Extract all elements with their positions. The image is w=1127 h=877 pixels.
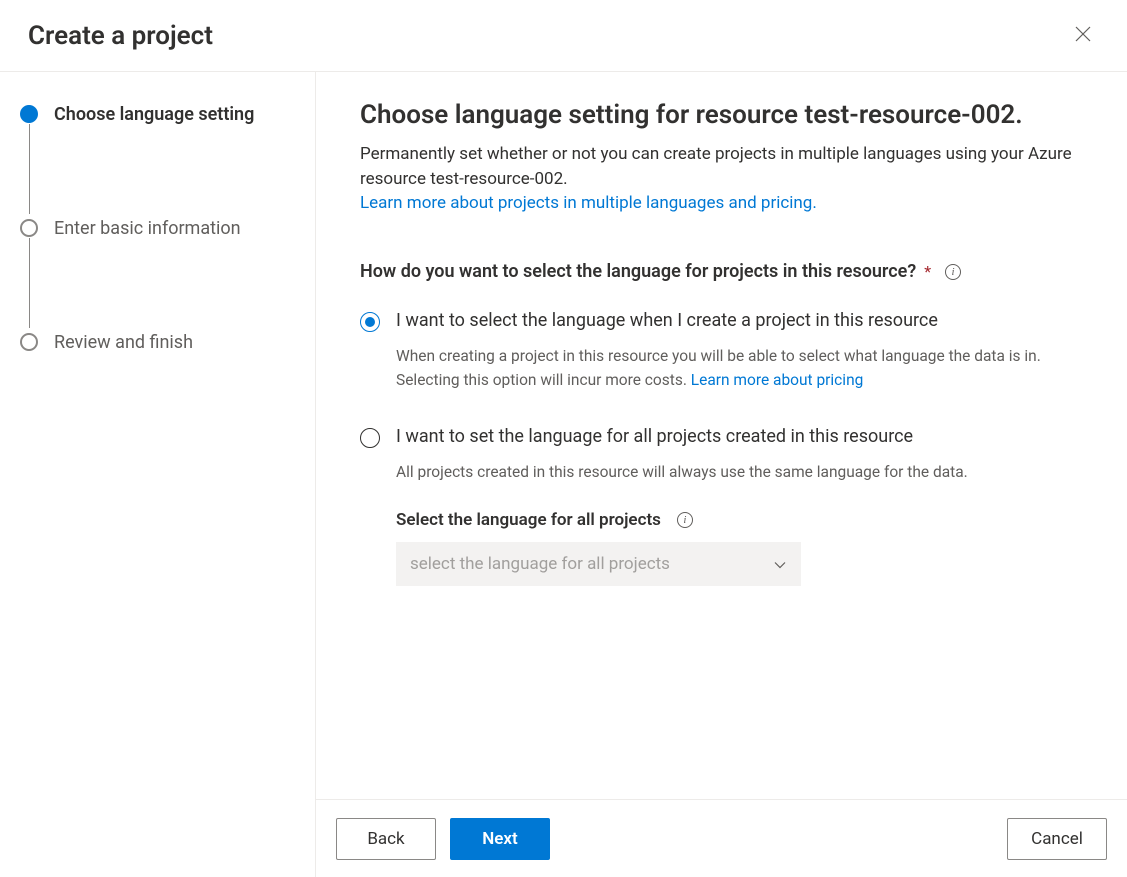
close-icon bbox=[1075, 26, 1091, 46]
step-label: Choose language setting bbox=[54, 104, 254, 125]
step-marker-icon bbox=[20, 219, 38, 237]
option-label[interactable]: I want to set the language for all proje… bbox=[396, 426, 1083, 447]
wizard-sidebar: Choose language setting Enter basic info… bbox=[0, 72, 316, 877]
required-indicator: * bbox=[924, 262, 931, 281]
info-icon[interactable]: i bbox=[945, 264, 961, 280]
option-description: When creating a project in this resource… bbox=[396, 345, 1083, 392]
info-icon[interactable]: i bbox=[677, 512, 693, 528]
option-description: All projects created in this resource wi… bbox=[396, 461, 1083, 484]
language-option-group: I want to select the language when I cre… bbox=[360, 310, 1083, 586]
radio-select-per-project[interactable] bbox=[360, 312, 380, 332]
step-review-and-finish[interactable]: Review and finish bbox=[20, 330, 303, 354]
option-label[interactable]: I want to select the language when I cre… bbox=[396, 310, 1083, 331]
option-select-per-project: I want to select the language when I cre… bbox=[360, 310, 1083, 392]
wizard-main: Choose language setting for resource tes… bbox=[316, 72, 1127, 877]
wizard-footer: Back Next Cancel bbox=[316, 799, 1127, 877]
learn-more-pricing-link[interactable]: Learn more about pricing bbox=[691, 371, 864, 389]
language-select[interactable]: select the language for all projects bbox=[396, 542, 801, 586]
close-button[interactable] bbox=[1067, 20, 1099, 52]
step-marker-icon bbox=[20, 105, 38, 123]
wizard-stepper: Choose language setting Enter basic info… bbox=[20, 102, 303, 354]
learn-more-languages-link[interactable]: Learn more about projects in multiple la… bbox=[360, 193, 817, 213]
step-label: Review and finish bbox=[54, 332, 193, 353]
language-select-label: Select the language for all projects bbox=[396, 510, 661, 530]
page-heading: Choose language setting for resource tes… bbox=[360, 100, 1083, 130]
step-connector bbox=[29, 124, 30, 214]
next-button[interactable]: Next bbox=[450, 818, 550, 860]
dialog-title: Create a project bbox=[28, 21, 213, 51]
dialog-header: Create a project bbox=[0, 0, 1127, 72]
step-label: Enter basic information bbox=[54, 218, 241, 239]
option-set-for-all-projects: I want to set the language for all proje… bbox=[360, 426, 1083, 586]
step-marker-icon bbox=[20, 333, 38, 351]
chevron-down-icon bbox=[773, 557, 787, 571]
back-button[interactable]: Back bbox=[336, 818, 436, 860]
cancel-button[interactable]: Cancel bbox=[1007, 818, 1107, 860]
step-choose-language-setting[interactable]: Choose language setting bbox=[20, 102, 303, 126]
step-enter-basic-information[interactable]: Enter basic information bbox=[20, 216, 303, 240]
step-connector bbox=[29, 238, 30, 328]
radio-set-for-all-projects[interactable] bbox=[360, 428, 380, 448]
language-select-placeholder: select the language for all projects bbox=[410, 554, 670, 574]
question-label: How do you want to select the language f… bbox=[360, 261, 916, 282]
page-subtitle: Permanently set whether or not you can c… bbox=[360, 142, 1083, 191]
